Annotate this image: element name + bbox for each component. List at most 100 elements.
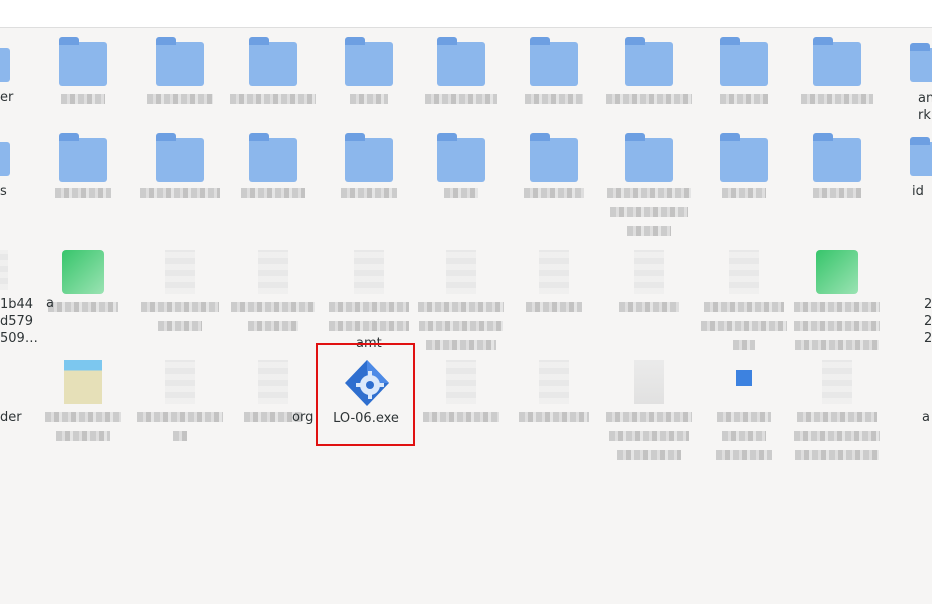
document-icon (446, 250, 476, 294)
blurred-label (329, 302, 409, 312)
file-item[interactable] (602, 236, 696, 346)
folder-item[interactable] (602, 28, 696, 122)
blurred-label (423, 412, 499, 422)
right-partial-label: an rkb (918, 91, 932, 123)
folder-item[interactable] (226, 124, 320, 218)
blurred-label (701, 321, 787, 331)
blurred-label (48, 302, 118, 312)
blurred-label (795, 450, 879, 460)
folder-item[interactable] (697, 28, 791, 122)
folder-icon (156, 133, 204, 182)
document-icon (539, 360, 569, 404)
blurred-label (230, 94, 316, 104)
folder-item[interactable] (226, 28, 320, 122)
folder-icon (249, 133, 297, 182)
blurred-label (241, 188, 305, 198)
folder-item[interactable] (697, 124, 791, 218)
folder-item[interactable] (322, 28, 416, 122)
folder-icon (813, 37, 861, 86)
desktop-grid[interactable]: LO-06.exe er s 1b44 d579 509… der an rkb… (0, 28, 932, 604)
folder-item[interactable] (133, 124, 227, 218)
file-item[interactable] (133, 236, 227, 346)
file-item[interactable] (226, 346, 320, 456)
folder-item[interactable] (602, 124, 696, 254)
blurred-label (444, 188, 478, 198)
blurred-label (794, 302, 880, 312)
blurred-label (173, 431, 187, 441)
blurred-label (720, 94, 768, 104)
folder-item[interactable] (36, 124, 130, 218)
document-icon (729, 250, 759, 294)
music-file-item[interactable] (790, 236, 884, 356)
blurred-label (617, 450, 681, 460)
file-item[interactable] (790, 346, 884, 466)
file-item[interactable] (507, 346, 601, 456)
folder-item[interactable] (36, 28, 130, 122)
folder-icon (345, 37, 393, 86)
folder-icon (625, 133, 673, 182)
blurred-label (55, 188, 111, 198)
blurred-label (716, 450, 772, 460)
blurred-label (45, 412, 121, 422)
document-icon (446, 360, 476, 404)
folder-item[interactable] (133, 28, 227, 122)
blurred-label (794, 321, 880, 331)
document-icon (258, 360, 288, 404)
selection-highlight (316, 343, 415, 446)
top-bar (0, 0, 932, 28)
music-file-item[interactable] (36, 236, 130, 346)
file-item[interactable] (697, 236, 791, 356)
document-icon (634, 250, 664, 294)
blurred-label (418, 302, 504, 312)
blurred-label (722, 431, 766, 441)
blurred-label (147, 94, 213, 104)
file-item[interactable] (507, 236, 601, 346)
folder-item[interactable] (790, 28, 884, 122)
folder-icon (720, 37, 768, 86)
blurred-label (525, 94, 583, 104)
file-item[interactable] (697, 346, 791, 466)
left-partial-label: s (0, 184, 7, 199)
left-partial-label: er (0, 90, 14, 105)
blurred-label (141, 302, 219, 312)
document-icon (165, 250, 195, 294)
file-item[interactable] (414, 346, 508, 456)
folder-item[interactable] (507, 28, 601, 122)
folder-icon (720, 133, 768, 182)
folder-icon (345, 133, 393, 182)
document-icon (822, 360, 852, 404)
blurred-label (704, 302, 784, 312)
file-icon (736, 370, 752, 386)
archive-item[interactable] (36, 346, 130, 456)
folder-item[interactable] (790, 124, 884, 218)
blurred-label (609, 431, 689, 441)
file-item[interactable] (322, 236, 416, 346)
file-item[interactable] (602, 346, 696, 466)
folder-item[interactable] (322, 124, 416, 218)
file-item[interactable] (226, 236, 320, 346)
blurred-label (425, 94, 497, 104)
blurred-label (813, 188, 861, 198)
blurred-label (137, 412, 223, 422)
music-file-icon (816, 250, 858, 294)
file-item[interactable] (133, 346, 227, 456)
blurred-label (248, 321, 298, 331)
blurred-label (56, 431, 110, 441)
folder-icon (437, 37, 485, 86)
document-icon (258, 250, 288, 294)
right-partial-label: id (912, 184, 924, 199)
blurred-label (329, 321, 409, 331)
blurred-label (158, 321, 202, 331)
folder-item[interactable] (507, 124, 601, 218)
folder-icon (0, 142, 10, 176)
folder-item[interactable] (414, 28, 508, 122)
blurred-label (519, 412, 589, 422)
blurred-label (607, 188, 691, 198)
blurred-label (610, 207, 688, 217)
blurred-label (627, 226, 671, 236)
blurred-label (526, 302, 582, 312)
folder-item[interactable] (414, 124, 508, 218)
file-item[interactable] (414, 236, 508, 356)
music-file-icon (62, 250, 104, 294)
partial-label: a (46, 296, 54, 311)
